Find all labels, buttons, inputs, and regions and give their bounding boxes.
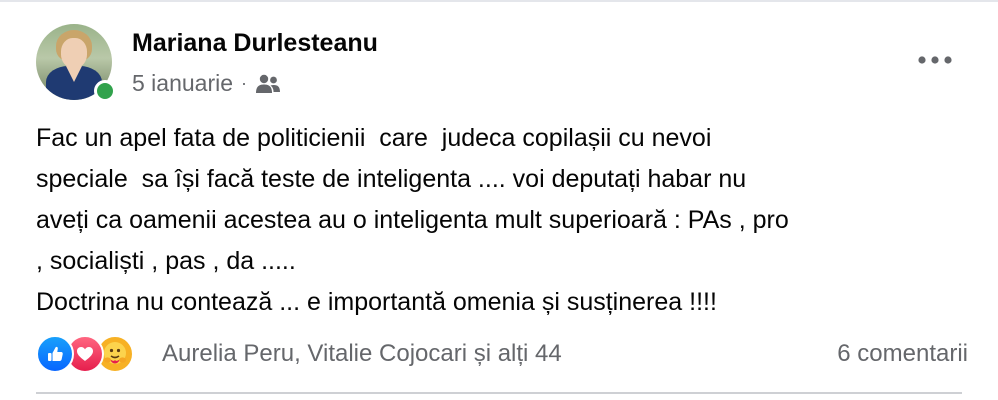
more-options-icon xyxy=(918,56,952,64)
more-options-button[interactable] xyxy=(914,46,956,74)
meta-separator: · xyxy=(241,72,248,93)
reaction-icons[interactable] xyxy=(36,335,134,373)
post-date[interactable]: 5 ianuarie xyxy=(132,70,233,97)
comments-count[interactable]: 6 comentarii xyxy=(837,336,968,372)
author-name[interactable]: Mariana Durlesteanu xyxy=(132,28,378,58)
post-card: Mariana Durlesteanu 5 ianuarie · Fac un … xyxy=(0,0,998,400)
reaction-summary[interactable]: Aurelia Peru, Vitalie Cojocari și alți 4… xyxy=(162,336,562,372)
friends-icon[interactable] xyxy=(255,73,281,93)
post-text: Fac un apel fata de politicienii care ju… xyxy=(36,124,789,316)
card-top-border xyxy=(0,0,998,2)
like-reaction-icon xyxy=(36,335,74,373)
author-avatar-link[interactable] xyxy=(36,24,116,102)
post-meta: 5 ianuarie · xyxy=(132,68,281,98)
actions-divider xyxy=(36,392,962,394)
online-status-icon xyxy=(94,80,116,102)
